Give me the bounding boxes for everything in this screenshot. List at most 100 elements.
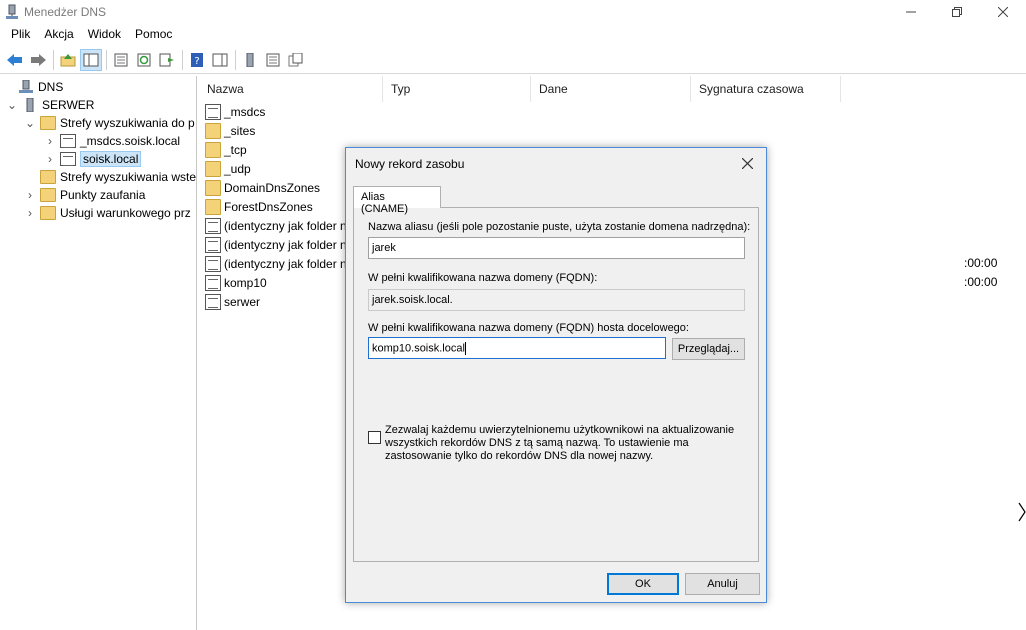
chevron-right-icon[interactable]: › [44, 152, 56, 166]
tree-label: DNS [38, 80, 64, 94]
list-item[interactable]: _tcp [205, 140, 247, 159]
console-tree: DNS ⌄ SERWER ⌄ Strefy wyszukiwania do p … [0, 76, 197, 630]
toolbar-separator [182, 49, 183, 70]
tree-node-server[interactable]: ⌄ SERWER [6, 96, 94, 114]
fqdn-label: W pełni kwalifikowana nazwa domeny (FQDN… [368, 272, 598, 284]
allow-update-checkbox[interactable] [368, 431, 381, 444]
tree-label: Punkty zaufania [60, 188, 146, 202]
target-fqdn-input[interactable]: komp10.soisk.local [368, 337, 666, 359]
properties-button[interactable] [110, 49, 132, 71]
ok-button[interactable]: OK [607, 573, 679, 595]
tree-node-trust-points[interactable]: › Punkty zaufania [24, 186, 145, 204]
list-item[interactable]: ForestDnsZones [205, 197, 313, 216]
column-header-type[interactable]: Typ [383, 76, 531, 102]
list-item[interactable]: _msdcs [205, 102, 265, 121]
show-hide-console-tree-button[interactable] [80, 48, 102, 71]
chevron-right-icon[interactable]: › [24, 188, 36, 202]
back-button[interactable] [4, 49, 26, 71]
dialog-close-button[interactable] [734, 152, 760, 174]
server-icon [246, 52, 254, 67]
tree-label: _msdcs.soisk.local [80, 134, 181, 148]
record-icon [205, 293, 221, 310]
restore-icon [952, 7, 962, 17]
tab-alias-cname[interactable]: Alias (CNAME) [353, 186, 441, 215]
list-item[interactable]: _sites [205, 121, 255, 140]
list-item[interactable]: serwer [205, 292, 260, 311]
list-item[interactable]: _udp [205, 159, 251, 178]
record-name: (identyczny jak folder n [224, 256, 347, 271]
menu-pomoc[interactable]: Pomoc [128, 24, 179, 46]
resize-cursor-icon [1018, 502, 1026, 522]
list-item[interactable]: (identyczny jak folder n [205, 216, 347, 235]
column-header-name[interactable]: Nazwa [199, 76, 383, 102]
server-button[interactable] [239, 49, 261, 71]
menu-widok[interactable]: Widok [81, 24, 128, 46]
chevron-right-icon[interactable]: › [24, 206, 36, 220]
folder-icon [205, 141, 221, 158]
title-bar: Menedżer DNS [0, 0, 1026, 24]
cancel-button[interactable]: Anuluj [685, 573, 760, 595]
menu-plik[interactable]: Plik [4, 24, 37, 46]
record-name: _msdcs [224, 104, 266, 119]
list-header: Nazwa Typ Dane Sygnatura czasowa [199, 76, 1026, 102]
column-header-timestamp[interactable]: Sygnatura czasowa [691, 76, 841, 102]
tree-label: soisk.local [80, 151, 142, 167]
zone-icon [205, 103, 221, 120]
toolbar: ? [0, 46, 1026, 74]
list-item[interactable]: (identyczny jak folder n [205, 235, 347, 254]
menu-bar: Plik Akcja Widok Pomoc [0, 24, 1026, 46]
allow-update-label: Zezwalaj każdemu uwierzytelnionemu użytk… [385, 424, 735, 462]
record-name: _udp [224, 161, 251, 176]
folder-icon [205, 160, 221, 177]
record-name: _tcp [224, 142, 247, 157]
tree-node-forward-zones[interactable]: ⌄ Strefy wyszukiwania do p [24, 114, 195, 132]
tree-node-reverse-zones[interactable]: Strefy wyszukiwania wste [24, 168, 196, 186]
records-button[interactable] [262, 49, 284, 71]
list-item[interactable]: DomainDnsZones [205, 178, 320, 197]
minimize-button[interactable] [888, 0, 934, 24]
chevron-right-icon[interactable]: › [44, 134, 56, 148]
svg-text:?: ? [194, 56, 199, 67]
refresh-icon [137, 53, 151, 66]
show-action-pane-button[interactable] [209, 49, 231, 71]
tab-panel: Nazwa aliasu (jeśli pole pozostanie pust… [353, 207, 759, 562]
menu-akcja[interactable]: Akcja [37, 24, 80, 46]
record-name: (identyczny jak folder n [224, 218, 347, 233]
record-name: komp10 [224, 275, 267, 290]
restore-button[interactable] [934, 0, 980, 24]
tree-node-conditional-forwarders[interactable]: › Usługi warunkowego prz [24, 204, 191, 222]
text-caret [464, 342, 466, 355]
chevron-down-icon[interactable]: ⌄ [24, 116, 36, 130]
record-icon [205, 236, 221, 253]
record-name: ForestDnsZones [224, 199, 313, 214]
tree-node-soisk-zone[interactable]: › soisk.local [44, 150, 142, 168]
help-button[interactable]: ? [186, 49, 208, 71]
folder-icon [205, 122, 221, 139]
alias-name-label: Nazwa aliasu (jeśli pole pozostanie pust… [368, 221, 751, 233]
copy-records-button[interactable] [285, 49, 307, 71]
properties-icon [114, 53, 128, 66]
browse-button[interactable]: Przeglądaj... [672, 338, 745, 360]
list-item[interactable]: (identyczny jak folder n [205, 254, 347, 273]
export-list-button[interactable] [156, 49, 178, 71]
list-item[interactable]: komp10 [205, 273, 267, 292]
refresh-button[interactable] [133, 49, 155, 71]
tree-label: Strefy wyszukiwania wste [60, 170, 197, 184]
chevron-down-icon[interactable]: ⌄ [6, 98, 18, 112]
column-header-data[interactable]: Dane [531, 76, 691, 102]
back-arrow-icon [7, 53, 22, 66]
tree-node-msdcs-zone[interactable]: › _msdcs.soisk.local [44, 132, 180, 150]
record-icon [205, 274, 221, 291]
record-name: _sites [224, 123, 256, 138]
record-name: (identyczny jak folder n [224, 237, 347, 252]
up-folder-button[interactable] [57, 49, 79, 71]
record-timestamp: :00:00 [964, 275, 998, 289]
tree-node-dns[interactable]: DNS [2, 78, 63, 96]
target-fqdn-label: W pełni kwalifikowana nazwa domeny (FQDN… [368, 322, 689, 334]
close-icon [998, 7, 1008, 17]
alias-name-input[interactable]: jarek [368, 237, 745, 259]
export-icon [159, 53, 174, 66]
close-button[interactable] [980, 0, 1026, 24]
forward-arrow-icon [31, 53, 46, 66]
forward-button[interactable] [27, 49, 49, 71]
